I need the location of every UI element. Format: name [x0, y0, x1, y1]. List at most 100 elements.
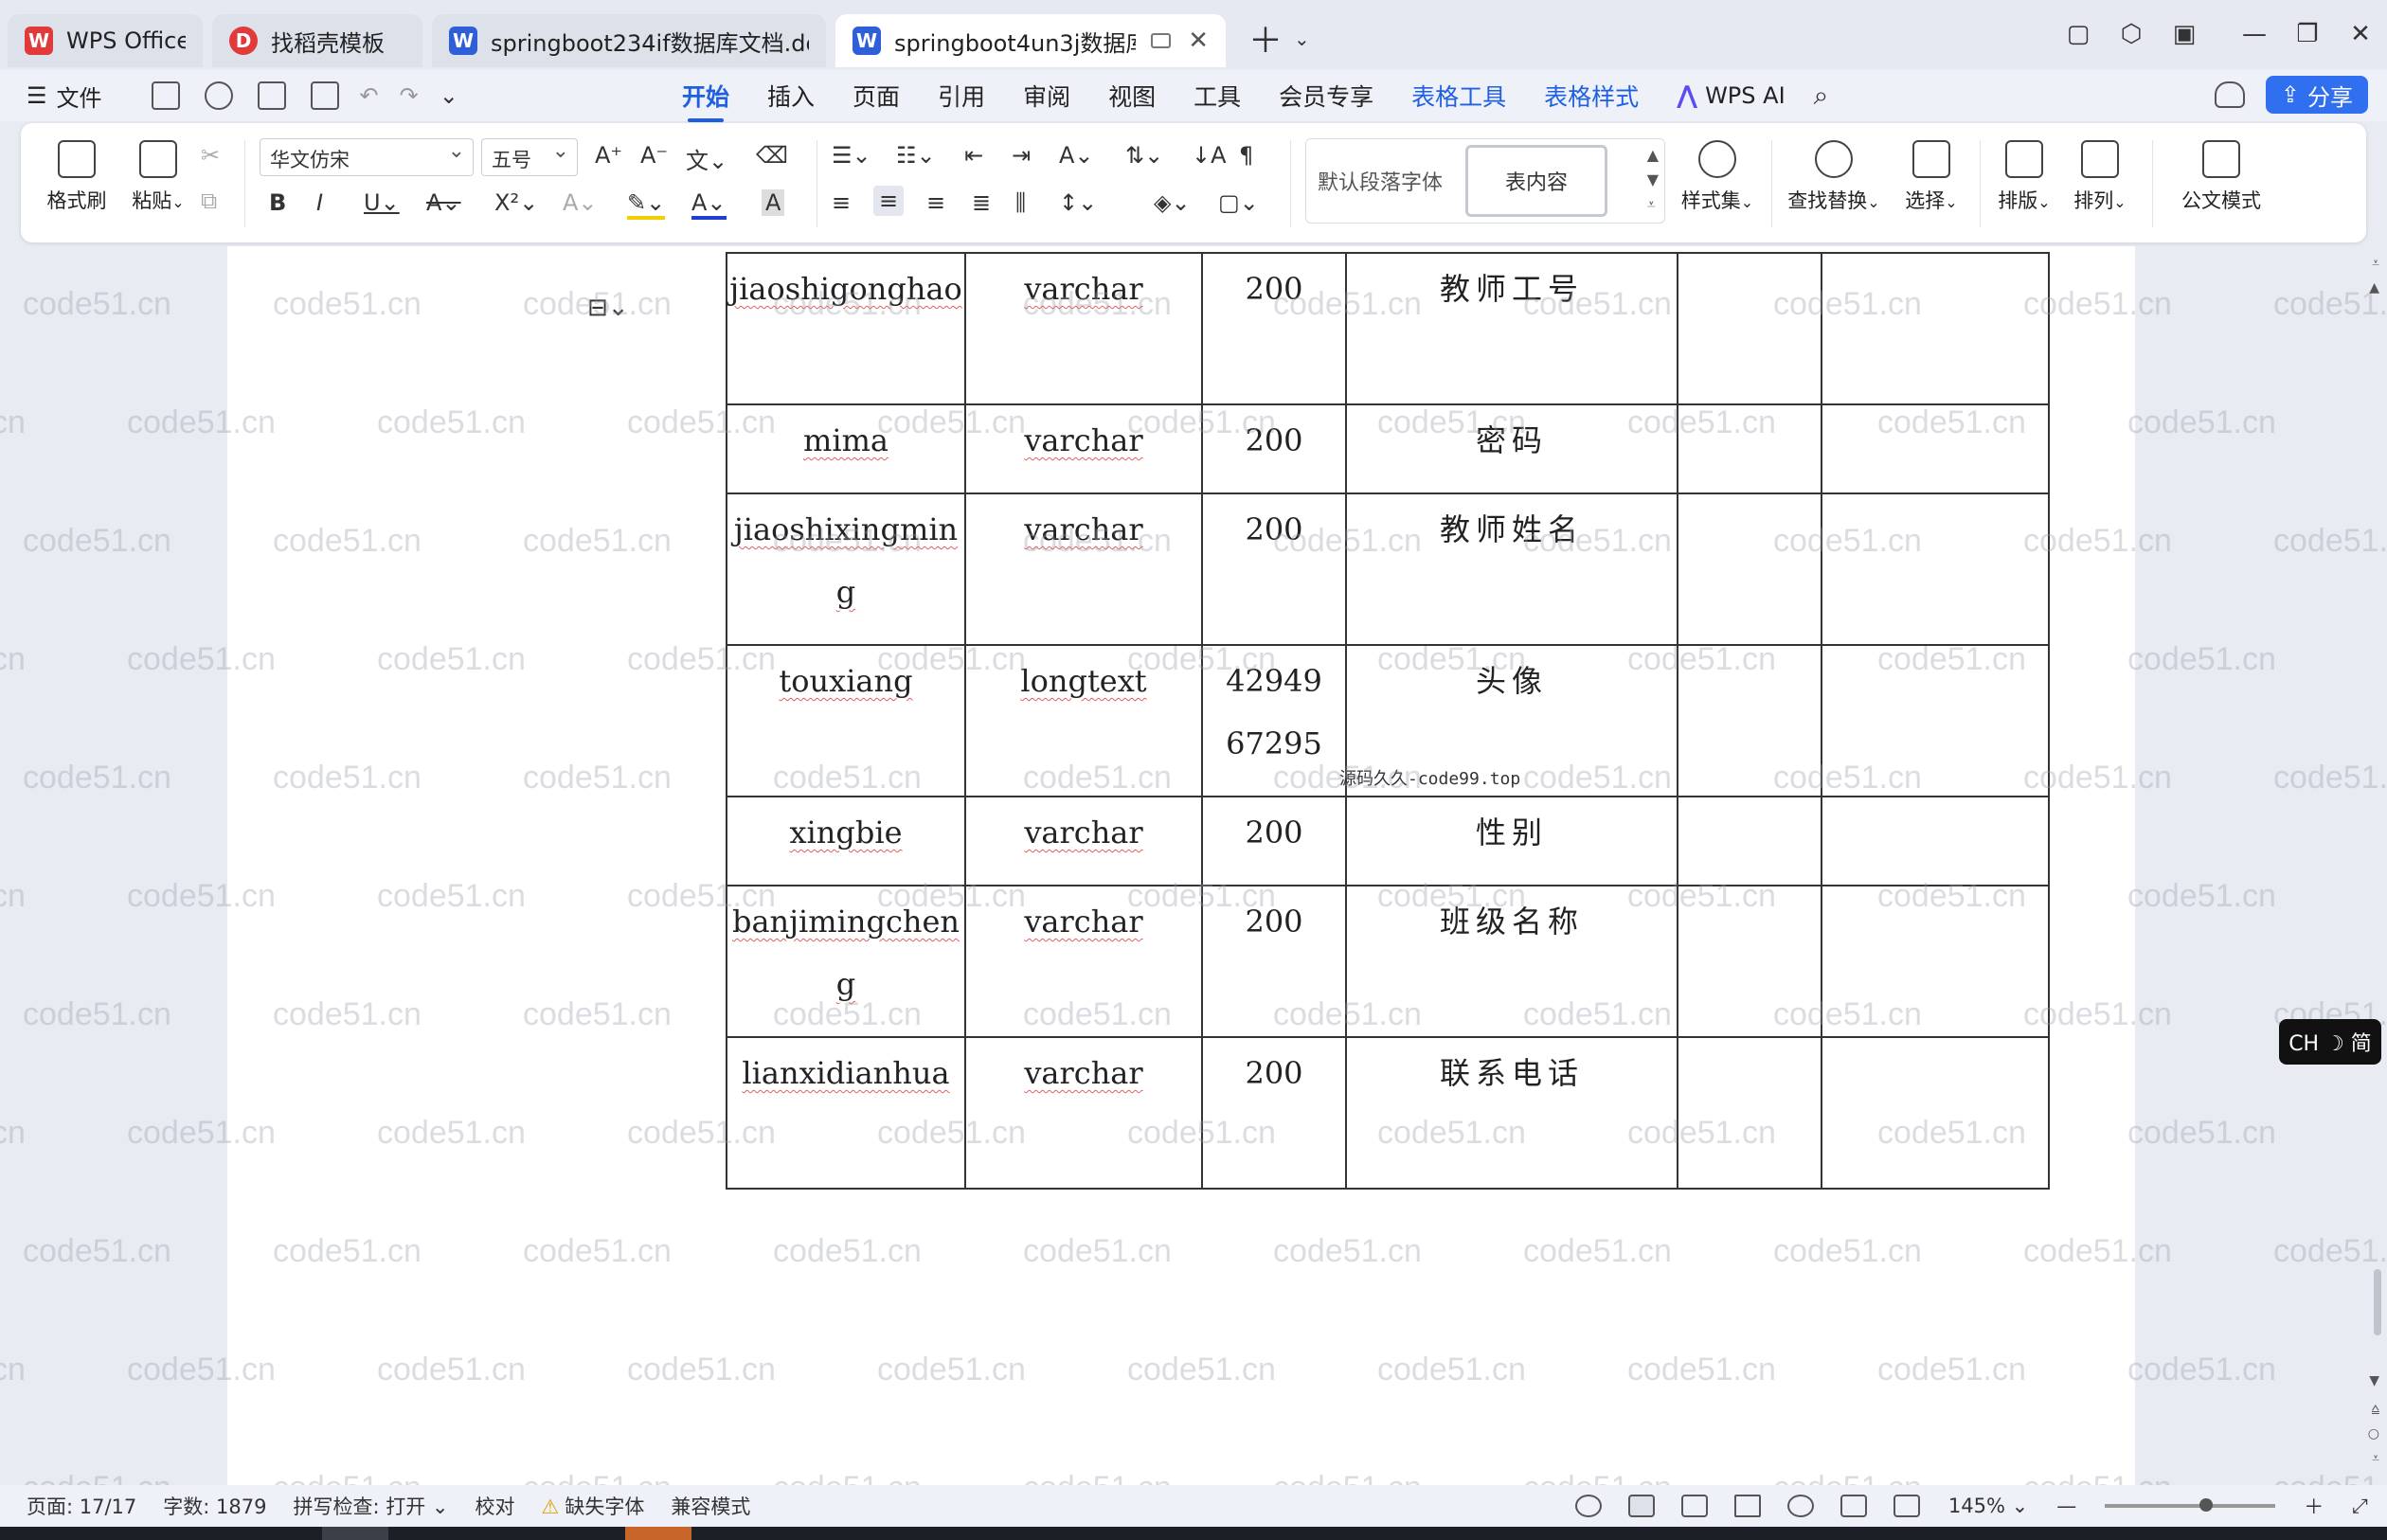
layout-button[interactable]: 排版⌄	[1989, 140, 2059, 214]
avatar[interactable]: ▣	[2158, 8, 2211, 61]
table-cell-empty[interactable]	[1821, 403, 2050, 494]
pen-icon[interactable]	[1840, 1495, 1867, 1517]
table-cell-type[interactable]: varchar	[964, 252, 1203, 405]
cloud-upload-icon[interactable]	[2215, 81, 2245, 108]
table-cell-empty[interactable]	[1677, 1036, 1822, 1190]
page-view-icon[interactable]	[1627, 1495, 1655, 1517]
table-cell-desc[interactable]: 教师姓名	[1345, 492, 1678, 646]
minimize-icon[interactable]: —	[2228, 8, 2281, 61]
official-mode-button[interactable]: 公文模式	[2169, 140, 2273, 214]
table-cell-field[interactable]: lianxidianhua	[726, 1036, 966, 1190]
table-cell-empty[interactable]	[1821, 1036, 2050, 1190]
zoom-level[interactable]: 145% ⌄	[1948, 1495, 2028, 1517]
expand-icon[interactable]: ⩡	[1647, 192, 1659, 217]
style-set-button[interactable]: 样式集⌄	[1675, 140, 1760, 214]
output-icon[interactable]	[204, 81, 233, 110]
table-cell-type[interactable]: varchar	[964, 492, 1203, 646]
table-cell-desc[interactable]: 教师工号	[1345, 252, 1678, 405]
align-right-icon[interactable]: ≡	[926, 189, 945, 216]
table-cell-desc[interactable]: 密码	[1345, 403, 1678, 494]
table-cell-empty[interactable]	[1677, 644, 1822, 797]
outline-view-icon[interactable]	[1680, 1495, 1708, 1517]
eye-protection-icon[interactable]	[1574, 1495, 1602, 1517]
web-view-icon[interactable]	[1786, 1495, 1814, 1517]
tab-page[interactable]: 页面	[852, 71, 900, 120]
select-button[interactable]: 选择⌄	[1893, 140, 1970, 214]
table-cell-type[interactable]: varchar	[964, 796, 1203, 886]
scrollbar-thumb[interactable]	[2374, 1269, 2381, 1335]
chevron-down-icon[interactable]: ⌄	[440, 82, 458, 109]
arrange-button[interactable]: 排列⌄	[2065, 140, 2135, 214]
taskbar-item[interactable]	[322, 1527, 388, 1540]
fit-page-icon[interactable]	[1893, 1495, 1920, 1517]
sort-icon[interactable]: ⇅⌄	[1125, 142, 1163, 169]
sort-az-icon[interactable]: ↓A	[1192, 142, 1227, 169]
word-count[interactable]: 字数: 1879	[163, 1492, 266, 1520]
undo-icon[interactable]: ↶	[360, 82, 379, 109]
new-tab-icon[interactable]: ＋	[1248, 13, 1283, 63]
table-cell-empty[interactable]	[1677, 403, 1822, 494]
table-cell-length[interactable]: 200	[1201, 252, 1347, 405]
redo-icon[interactable]: ↷	[400, 82, 419, 109]
highlight-icon[interactable]: ✎⌄	[627, 189, 666, 220]
tab-wps-office[interactable]: W WPS Office	[8, 14, 203, 67]
table-cell-empty[interactable]	[1821, 252, 2050, 405]
table-cell-empty[interactable]	[1677, 492, 1822, 646]
tab-doc-4un3j[interactable]: W springboot4un3j数据库文档 ✕	[835, 14, 1226, 67]
grow-font-icon[interactable]: A⁺	[595, 142, 622, 169]
phonetic-icon[interactable]: 文⌄	[686, 142, 727, 175]
close-tab-icon[interactable]: ✕	[1188, 27, 1209, 55]
zoom-in-icon[interactable]: ＋	[2304, 1492, 2324, 1520]
table-cell-field[interactable]: jiaoshixingming	[726, 492, 966, 646]
table-cell-length[interactable]: 4294967295	[1201, 644, 1347, 797]
align-left-icon[interactable]: ≡	[832, 189, 851, 216]
table-cell-length[interactable]: 200	[1201, 796, 1347, 886]
sidebar-toggle-icon[interactable]: ▢	[2052, 8, 2105, 61]
format-painter-button[interactable]: 格式刷	[44, 140, 110, 214]
table-cell-desc[interactable]: 联系电话	[1345, 1036, 1678, 1190]
fullscreen-icon[interactable]: ⤢	[2352, 1495, 2368, 1518]
chevron-up-icon[interactable]: ▲	[2369, 280, 2379, 295]
tab-view[interactable]: 视图	[1108, 71, 1156, 120]
numbered-list-icon[interactable]: ☷⌄	[896, 142, 936, 169]
superscript-icon[interactable]: X²⌄	[494, 189, 538, 216]
proofread-button[interactable]: 校对	[476, 1492, 515, 1520]
font-name-select[interactable]: 华文仿宋	[260, 138, 474, 176]
distributed-icon[interactable]: ⫼	[1015, 189, 1026, 216]
taskbar-item[interactable]	[625, 1527, 691, 1540]
decrease-indent-icon[interactable]: ⇤	[964, 142, 983, 169]
bold-icon[interactable]: B	[269, 189, 286, 216]
tab-review[interactable]: 审阅	[1023, 71, 1070, 120]
spell-check-toggle[interactable]: 拼写检查: 打开 ⌄	[293, 1492, 448, 1520]
char-shading-icon[interactable]: A	[762, 189, 785, 216]
tab-doc-234if[interactable]: W springboot234if数据库文档.doc	[432, 14, 826, 67]
styles-gallery[interactable]: 默认段落字体 表内容 ▲ ▼ ⩡	[1305, 138, 1665, 224]
save-icon[interactable]	[151, 81, 180, 110]
table-cell-field[interactable]: touxiang	[726, 644, 966, 797]
zoom-out-icon[interactable]: —	[2056, 1495, 2076, 1517]
increase-indent-icon[interactable]: ⇥	[1012, 142, 1031, 169]
cut-icon[interactable]: ✂	[201, 142, 220, 169]
style-default-paragraph-font[interactable]: 默认段落字体	[1318, 166, 1443, 196]
align-center-icon[interactable]: ≡	[873, 186, 905, 216]
table-cell-length[interactable]: 200	[1201, 1036, 1347, 1190]
table-cell-empty[interactable]	[1677, 796, 1822, 886]
table-cell-empty[interactable]	[1677, 885, 1822, 1038]
table-cell-empty[interactable]	[1821, 644, 2050, 797]
zoom-slider-knob[interactable]	[2199, 1498, 2214, 1512]
print-icon[interactable]	[257, 81, 286, 110]
tab-table-style[interactable]: 表格样式	[1544, 71, 1639, 120]
shrink-font-icon[interactable]: A⁻	[640, 142, 668, 169]
tab-table-tools[interactable]: 表格工具	[1411, 71, 1506, 120]
tab-member[interactable]: 会员专享	[1279, 71, 1373, 120]
table-cell-empty[interactable]	[1821, 492, 2050, 646]
restore-icon[interactable]: ❐	[2281, 8, 2334, 61]
table-cell-empty[interactable]	[1821, 885, 2050, 1038]
table-cell-type[interactable]: longtext	[964, 644, 1203, 797]
table-cell-field[interactable]: jiaoshigonghao	[726, 252, 966, 405]
chevron-down-icon[interactable]: ▼	[2369, 1373, 2379, 1388]
italic-icon[interactable]: I	[316, 189, 323, 216]
cube-icon[interactable]: ⬡	[2105, 8, 2158, 61]
table-cell-desc[interactable]: 性别	[1345, 796, 1678, 886]
tab-insert[interactable]: 插入	[767, 71, 815, 120]
